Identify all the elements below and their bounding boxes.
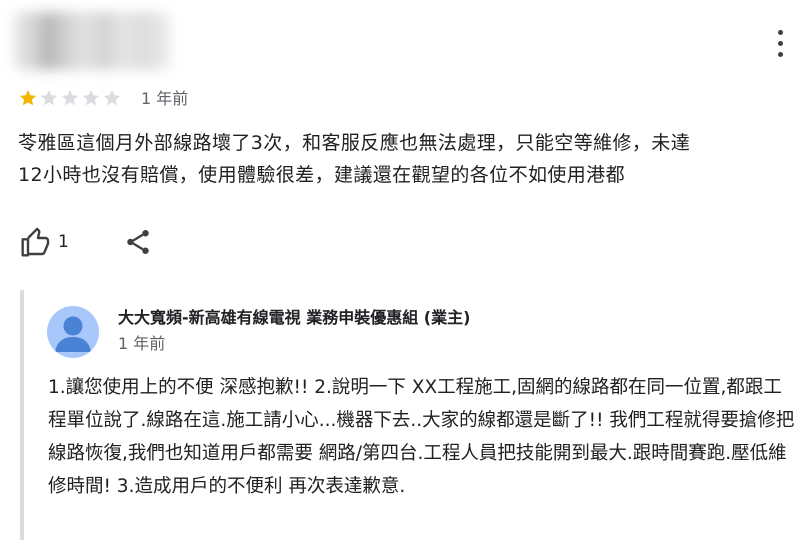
reviewer-name-blurred bbox=[14, 12, 170, 70]
owner-name[interactable]: 大大寬頻-新高雄有線電視 業務申裝優惠組 (業主) bbox=[118, 307, 470, 329]
more-vert-icon-dot bbox=[778, 52, 783, 57]
review-text-line: 苓雅區這個月外部線路壞了3次，和客服反應也無法處理，只能空等維修，未達 bbox=[18, 132, 691, 154]
thumb-up-icon bbox=[21, 227, 50, 257]
owner-reply-text: 1.讓您使用上的不便 深感抱歉!! 2.說明一下 XX工程施工,固網的線路都在同… bbox=[48, 377, 795, 497]
more-vert-icon bbox=[778, 30, 783, 35]
review-time: 1 年前 bbox=[141, 89, 189, 108]
star-empty-icon bbox=[82, 90, 100, 106]
review-text: 苓雅區這個月外部線路壞了3次，和客服反應也無法處理，只能空等維修，未達 12小時… bbox=[18, 127, 798, 191]
share-icon bbox=[127, 230, 149, 254]
like-count: 1 bbox=[58, 232, 69, 252]
review-text-line: 12小時也沒有賠償，使用體驗很差，建議還在觀望的各位不如使用港都 bbox=[18, 164, 625, 186]
avatar-person-icon bbox=[55, 316, 91, 352]
more-options-button[interactable] bbox=[770, 28, 792, 60]
like-button[interactable] bbox=[20, 226, 52, 258]
more-vert-icon-dot bbox=[778, 41, 783, 46]
star-filled-icon bbox=[19, 90, 37, 106]
star-rating bbox=[18, 88, 123, 110]
star-empty-icon bbox=[40, 90, 58, 106]
owner-avatar[interactable] bbox=[47, 306, 99, 358]
reply-indent-bar bbox=[20, 290, 24, 540]
share-button[interactable] bbox=[123, 226, 153, 258]
star-empty-icon bbox=[103, 90, 121, 106]
star-empty-icon bbox=[61, 90, 79, 106]
reply-time: 1 年前 bbox=[118, 334, 166, 353]
